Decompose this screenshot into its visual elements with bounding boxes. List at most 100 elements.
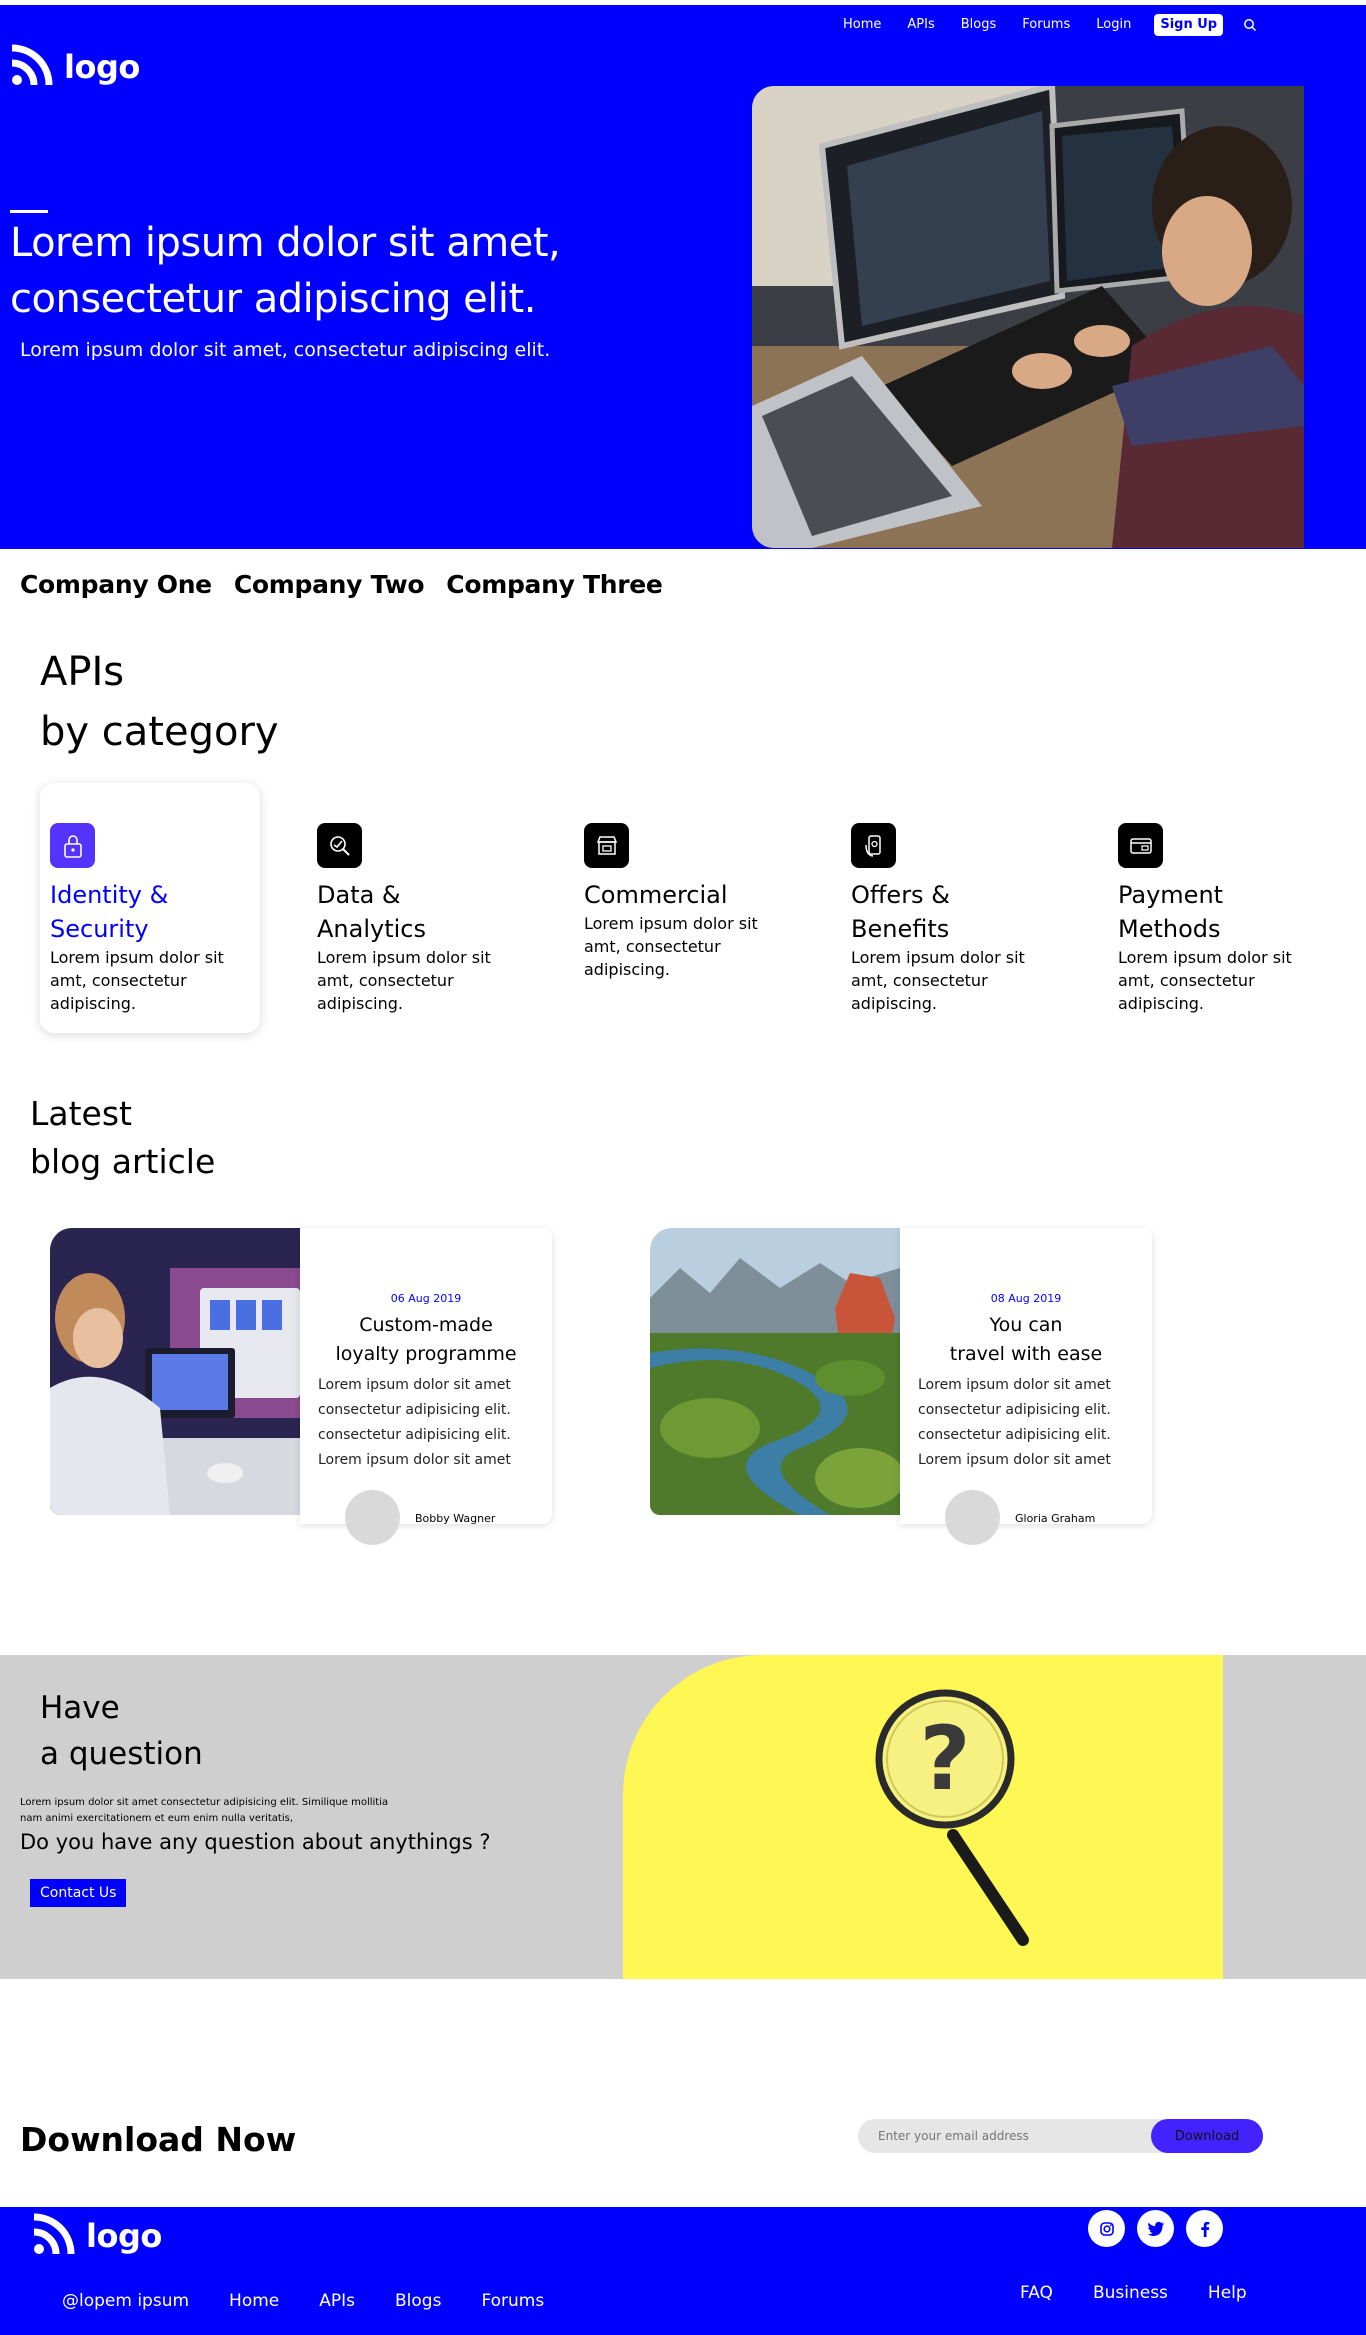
nav-forums[interactable]: Forums [1009,13,1083,37]
nav-login[interactable]: Login [1083,13,1144,37]
footer-link-help[interactable]: Help [1208,2283,1247,2303]
blog-author: Bobby Wagner [415,1512,496,1525]
blog-excerpt-line: consectetur adipisicing elit. [318,1427,511,1443]
category-name-line1: Payment [1118,881,1224,909]
category-description: Lorem ipsum dolor sit amt, consectetur a… [851,948,1025,1013]
category-name-line2: Security [50,915,149,943]
category-offers-benefits[interactable]: Offers & Benefits Lorem ipsum dolor sit … [841,783,1061,1033]
company-one: Company One [20,570,212,599]
social-links [1088,2210,1223,2247]
category-commercial[interactable]: Commercial Lorem ipsum dolor sit amt, co… [574,783,794,1033]
category-payment-methods[interactable]: Payment Methods Lorem ipsum dolor sit am… [1108,783,1328,1033]
email-field[interactable] [858,2119,1148,2153]
category-name: Offers & Benefits [851,878,1021,946]
category-description: Lorem ipsum dolor sit amt, consectetur a… [50,948,224,1013]
blog-heading-line2: travel with ease [949,1343,1103,1365]
footer-link-blogs[interactable]: Blogs [395,2291,441,2311]
logo-text: logo [86,2217,162,2255]
blog-title-line1: Latest [30,1094,132,1133]
blog-excerpt-line: consectetur adipisicing elit. [918,1427,1111,1443]
nav-apis[interactable]: APIs [894,13,947,37]
company-two: Company Two [233,570,425,599]
blog-card[interactable]: 08 Aug 2019 You can travel with ease Lor… [650,1228,1152,1545]
blog-excerpt-line: Lorem ipsum dolor sit amet [918,1452,1111,1468]
hero-title: Lorem ipsum dolor sit amet, consectetur … [10,215,650,327]
offer-icon [851,823,896,868]
blog-date: 08 Aug 2019 [990,1292,1062,1305]
category-identity-security[interactable]: Identity & Security Lorem ipsum dolor si… [40,783,260,1033]
footer-link-home[interactable]: Home [229,2291,279,2311]
blog-heading: You can travel with ease [900,1311,1152,1369]
footer: logo @lopem ipsum Home APIs Blogs Forums… [0,2207,1366,2335]
svg-text:?: ? [919,1707,970,1810]
blog-heading-line2: loyalty programme [335,1343,517,1365]
category-description: Lorem ipsum dolor sit amt, consectetur a… [1118,948,1292,1013]
contact-us-button[interactable]: Contact Us [30,1879,127,1907]
card-icon [1118,823,1163,868]
blog-card-body: 06 Aug 2019 Custom-made loyalty programm… [300,1228,552,1545]
blog-image [50,1228,300,1515]
instagram-icon[interactable] [1088,2210,1125,2247]
blog-excerpt-line: Lorem ipsum dolor sit amet [918,1377,1111,1393]
twitter-icon[interactable] [1137,2210,1174,2247]
question-section: Have a question Lorem ipsum dolor sit am… [0,1655,1366,1979]
top-nav: Home APIs Blogs Forums Login Sign Up [830,13,1261,37]
category-name: Identity & Security [50,878,220,946]
footer-handle[interactable]: @lopem ipsum [62,2291,189,2311]
blog-heading-line1: You can [989,1314,1063,1336]
company-logos: Company One Company Two Company Three [20,570,663,599]
download-title: Download Now [20,2120,296,2159]
hero-image [752,86,1304,548]
magnifier-image: ? [623,1655,1223,1979]
nav-home[interactable]: Home [830,13,894,37]
category-name: Data & Analytics [317,878,487,946]
footer-link-business[interactable]: Business [1093,2283,1168,2303]
blog-excerpt: Lorem ipsum dolor sit amet consectetur a… [900,1373,1152,1473]
hero-subtitle: Lorem ipsum dolor sit amet, consectetur … [20,339,551,361]
footer-logo[interactable]: logo [32,2212,162,2260]
blog-card[interactable]: 06 Aug 2019 Custom-made loyalty programm… [50,1228,552,1545]
nav-blogs[interactable]: Blogs [948,13,1010,37]
footer-link-apis[interactable]: APIs [319,2291,355,2311]
footer-link-forums[interactable]: Forums [481,2291,544,2311]
blog-excerpt: Lorem ipsum dolor sit amet consectetur a… [300,1373,552,1473]
hero-section: Home APIs Blogs Forums Login Sign Up log… [0,5,1366,549]
blog-section-title: Latest blog article [30,1090,215,1186]
company-three: Company Three [446,570,663,599]
question-text-line2: nam animi exercitationem et eum enim nul… [20,1813,293,1824]
blog-heading-line1: Custom-made [359,1314,493,1336]
blog-card-body: 08 Aug 2019 You can travel with ease Lor… [900,1228,1152,1545]
category-name: Commercial [584,878,754,912]
category-name-line2: Methods [1118,915,1221,943]
blog-date: 06 Aug 2019 [390,1292,462,1305]
category-name-line1: Offers & [851,881,950,909]
download-title-rest: Now [203,2120,297,2159]
category-name-line1: Identity & [50,881,169,909]
category-description: Lorem ipsum dolor sit amt, consectetur a… [584,914,758,979]
logo-text: logo [64,48,140,86]
blog-excerpt-line: Lorem ipsum dolor sit amet [318,1377,511,1393]
blog-excerpt-line: consectetur adipisicing elit. [318,1402,511,1418]
question-title: Have a question [40,1685,203,1777]
apis-section-title: APIs by category [40,642,279,762]
category-name-line1: Commercial [584,881,728,909]
footer-link-faq[interactable]: FAQ [1020,2283,1053,2303]
hero-title-line1: Lorem ipsum dolor sit amet, [10,220,561,266]
search-icon[interactable] [1239,14,1261,36]
question-prompt: Do you have any question about anythings… [20,1830,491,1854]
signup-button[interactable]: Sign Up [1154,14,1224,36]
header-logo[interactable]: logo [10,43,140,91]
category-data-analytics[interactable]: Data & Analytics Lorem ipsum dolor sit a… [307,783,527,1033]
category-description: Lorem ipsum dolor sit amt, consectetur a… [317,948,491,1013]
category-name-line2: Analytics [317,915,426,943]
avatar [945,1490,1000,1545]
blog-title-line2: blog article [30,1142,216,1181]
hero-title-line2: consectetur adipiscing elit. [10,276,536,322]
download-button[interactable]: Download [1151,2119,1263,2153]
rss-icon [10,43,54,91]
apis-title-line2: by category [40,709,279,755]
category-name: Payment Methods [1118,878,1288,946]
category-name-line2: Benefits [851,915,950,943]
apis-title-line1: APIs [40,649,125,695]
facebook-icon[interactable] [1186,2210,1223,2247]
